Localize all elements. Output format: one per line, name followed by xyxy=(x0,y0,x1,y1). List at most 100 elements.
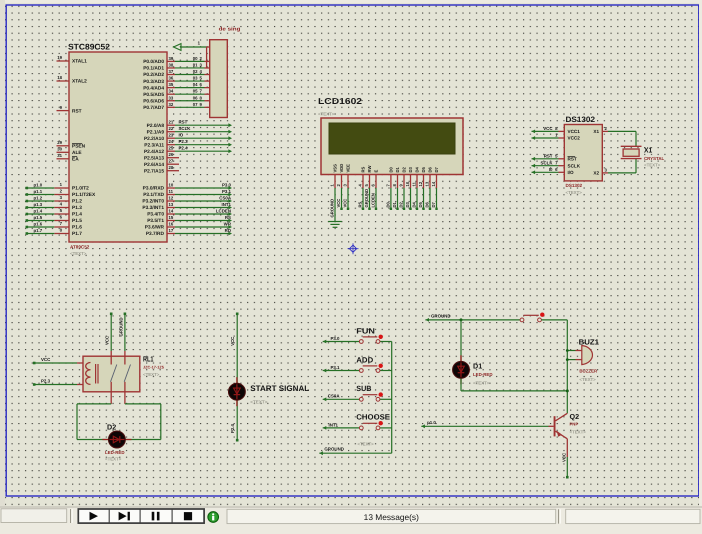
svg-text:22: 22 xyxy=(169,126,174,131)
svg-text:VDD: VDD xyxy=(339,164,344,173)
svg-text:RD: RD xyxy=(225,228,231,233)
svg-text:13 Message(s): 13 Message(s) xyxy=(364,513,419,522)
svg-text:17: 17 xyxy=(169,228,174,233)
svg-text:FUN: FUN xyxy=(356,326,375,335)
svg-text:D5: D5 xyxy=(418,201,423,207)
svg-text:RW: RW xyxy=(367,166,372,173)
svg-text:P0.5/AD5: P0.5/AD5 xyxy=(143,92,164,98)
svg-text:P1.4: P1.4 xyxy=(72,212,82,218)
svg-text:BUZZER: BUZZER xyxy=(579,369,598,374)
svg-text:p1.3: p1.3 xyxy=(34,202,43,207)
svg-text:D1: D1 xyxy=(473,362,482,371)
svg-text:P2.5/A13: P2.5/A13 xyxy=(144,155,164,161)
svg-text:D1: D1 xyxy=(395,166,400,172)
svg-text:P0.1/AD1: P0.1/AD1 xyxy=(143,66,164,72)
svg-text:PNP: PNP xyxy=(570,422,579,427)
svg-text:RST: RST xyxy=(179,120,188,125)
svg-text:BUZ1: BUZ1 xyxy=(579,337,599,346)
svg-text:SCLK: SCLK xyxy=(541,160,554,165)
svg-text:12: 12 xyxy=(418,181,423,186)
svg-text:VCC1: VCC1 xyxy=(568,129,581,134)
svg-text:SCLK: SCLK xyxy=(179,126,192,131)
svg-text:STC89C52: STC89C52 xyxy=(68,43,110,52)
svg-text:RST: RST xyxy=(568,157,577,162)
svg-text:D1: D1 xyxy=(392,201,397,207)
svg-text:<TEXT>: <TEXT> xyxy=(579,377,596,382)
svg-text:GROUND: GROUND xyxy=(324,447,344,452)
svg-text:WR: WR xyxy=(224,222,232,227)
svg-text:RST: RST xyxy=(72,108,82,114)
svg-text:RS: RS xyxy=(225,215,231,220)
svg-text:CHOOSE: CHOOSE xyxy=(356,413,390,422)
svg-text:VSS: VSS xyxy=(333,164,338,173)
svg-text:25: 25 xyxy=(169,146,174,151)
svg-text:07: 07 xyxy=(193,102,198,107)
svg-text:LED-RED: LED-RED xyxy=(105,450,125,455)
svg-text:GROUND: GROUND xyxy=(330,199,335,218)
svg-text:VCC: VCC xyxy=(543,126,553,131)
svg-text:LCDEN: LCDEN xyxy=(216,209,231,214)
svg-text:VCC: VCC xyxy=(41,357,51,362)
svg-text:D0: D0 xyxy=(389,166,394,172)
svg-text:14: 14 xyxy=(431,181,436,186)
svg-text:D2: D2 xyxy=(402,166,407,172)
svg-text:CS0A: CS0A xyxy=(328,394,341,399)
svg-text:P0.4/AD4: P0.4/AD4 xyxy=(143,85,164,91)
svg-text:14: 14 xyxy=(169,209,174,214)
svg-text:29: 29 xyxy=(57,140,62,145)
svg-text:P0.3/AD3: P0.3/AD3 xyxy=(143,79,164,85)
svg-text:CRYSTAL: CRYSTAL xyxy=(644,156,665,161)
svg-text:00: 00 xyxy=(193,56,198,61)
svg-text:D2: D2 xyxy=(399,201,404,207)
svg-text:05: 05 xyxy=(193,89,198,94)
svg-text:33: 33 xyxy=(169,95,174,100)
svg-text:I0: I0 xyxy=(549,167,553,172)
svg-text:X1: X1 xyxy=(593,129,599,134)
svg-text:SCLK: SCLK xyxy=(568,163,581,168)
svg-text:RL1: RL1 xyxy=(143,354,154,363)
svg-text:<TEXT>: <TEXT> xyxy=(250,400,267,405)
svg-text:P2.0/A8: P2.0/A8 xyxy=(147,123,165,129)
svg-text:P2.4: P2.4 xyxy=(230,424,235,433)
svg-text:D7: D7 xyxy=(431,201,436,207)
svg-text:P3.0: P3.0 xyxy=(222,183,232,188)
svg-text:LCD1602: LCD1602 xyxy=(318,96,362,106)
svg-text:P2.6/A14: P2.6/A14 xyxy=(144,162,164,168)
svg-text:Q2: Q2 xyxy=(570,412,580,421)
svg-text:P3.3/INT1: P3.3/INT1 xyxy=(142,205,164,211)
svg-text:24: 24 xyxy=(169,139,174,144)
svg-text:<TEXT>: <TEXT> xyxy=(570,430,587,435)
svg-text:D2: D2 xyxy=(107,422,116,431)
svg-text:P0.0/AD0: P0.0/AD0 xyxy=(143,59,164,65)
svg-text:P0.7/AD7: P0.7/AD7 xyxy=(143,105,164,111)
svg-text:P2.2/A10: P2.2/A10 xyxy=(144,136,164,142)
svg-text:D0: D0 xyxy=(386,201,391,207)
svg-text:06: 06 xyxy=(193,95,198,100)
svg-text:P0.2/AD2: P0.2/AD2 xyxy=(143,72,164,78)
svg-text:34: 34 xyxy=(169,89,174,94)
svg-text:VCC: VCC xyxy=(336,199,341,208)
svg-text:RS: RS xyxy=(361,166,366,172)
svg-text:19: 19 xyxy=(57,55,62,60)
svg-text:26: 26 xyxy=(169,152,174,157)
svg-text:AT89C52: AT89C52 xyxy=(70,244,90,249)
svg-text:ALE: ALE xyxy=(72,150,82,156)
svg-text:de sing: de sing xyxy=(219,27,241,33)
svg-text:GROUND: GROUND xyxy=(364,189,369,208)
svg-text:LED-RED: LED-RED xyxy=(473,372,493,377)
svg-text:p1.7: p1.7 xyxy=(34,228,43,233)
svg-text:p1.0: p1.0 xyxy=(427,420,436,425)
svg-text:P3.6/WR: P3.6/WR xyxy=(145,225,165,231)
svg-text:P1.0/T2: P1.0/T2 xyxy=(72,186,89,192)
svg-text:P2.7/A15: P2.7/A15 xyxy=(144,168,164,174)
svg-text:P2.3/A11: P2.3/A11 xyxy=(144,142,164,148)
svg-text:<TEXT>: <TEXT> xyxy=(644,162,661,167)
svg-text:D3: D3 xyxy=(408,166,413,172)
svg-text:23: 23 xyxy=(169,133,174,138)
svg-text:p1.1: p1.1 xyxy=(34,189,43,194)
svg-text:D6: D6 xyxy=(428,166,433,172)
svg-text:11: 11 xyxy=(169,189,174,194)
svg-text:P3.1: P3.1 xyxy=(222,189,232,194)
svg-text:P3.5/T1: P3.5/T1 xyxy=(147,218,164,224)
svg-text:DS1302: DS1302 xyxy=(566,115,596,124)
